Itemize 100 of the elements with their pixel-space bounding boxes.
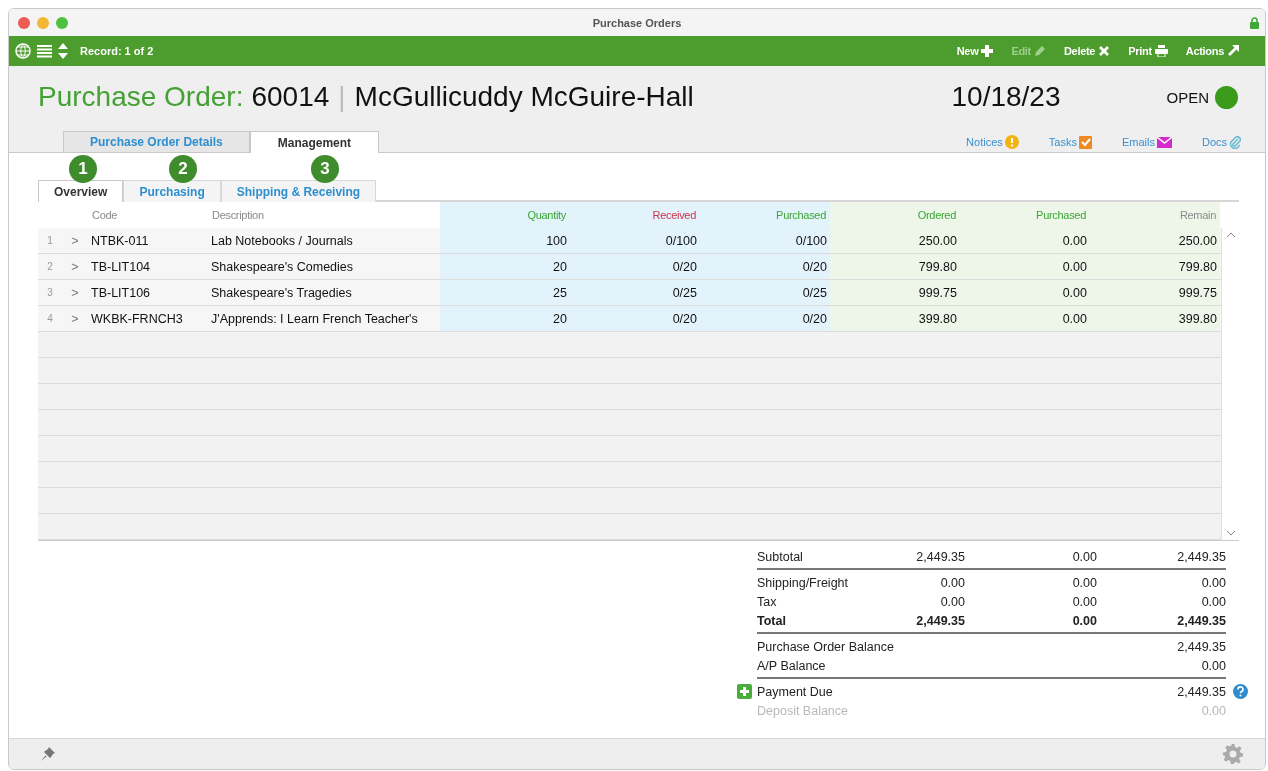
table-cell-text: Shakespeare's Tragedies xyxy=(210,284,353,302)
table-cell: 20 xyxy=(440,306,570,331)
summary-value: 0.00 xyxy=(1201,703,1226,718)
docs-link[interactable]: Docs xyxy=(1201,135,1241,149)
row-number: 1 xyxy=(46,234,54,248)
expand-toggle[interactable]: > xyxy=(62,280,88,305)
table-cell-text: Lab Notebooks / Journals xyxy=(210,232,354,250)
zoom-window-button[interactable] xyxy=(56,16,68,29)
new-button[interactable]: New xyxy=(956,45,994,57)
print-button[interactable]: Print xyxy=(1128,45,1168,57)
window-title: Purchase Orders xyxy=(592,16,682,29)
summary-label: A/P Balance xyxy=(757,657,827,675)
pin-icon[interactable] xyxy=(41,747,55,761)
tab[interactable]: Management xyxy=(249,131,380,153)
summary-value: 0.00 xyxy=(1072,594,1097,609)
record-type-label: Purchase Order: xyxy=(38,81,244,113)
column-header: Purchased xyxy=(1036,209,1086,221)
globe-icon[interactable] xyxy=(15,43,31,59)
subtab[interactable]: Overview xyxy=(38,180,124,202)
separator: | xyxy=(338,81,346,113)
summary-label: Total xyxy=(757,612,787,630)
tab[interactable]: Purchase Order Details xyxy=(63,131,250,152)
arrow-icon xyxy=(1227,45,1239,57)
table-cell: 799.80 xyxy=(830,254,960,279)
table-cell-text: WKBK-FRNCH3 xyxy=(90,310,184,328)
add-button[interactable] xyxy=(737,684,752,699)
table-cell: 0/20 xyxy=(570,254,700,279)
table-cell: 250.00 xyxy=(830,228,960,253)
settings-icon[interactable] xyxy=(1223,744,1243,764)
envelope-icon xyxy=(1156,136,1172,148)
table-cell: 20 xyxy=(440,254,570,279)
step-marker: 3 xyxy=(311,155,339,183)
scroll-up-icon[interactable] xyxy=(1226,232,1235,237)
table-cell: 0/20 xyxy=(570,306,700,331)
column-header: Description xyxy=(212,209,264,221)
row-number: 4 xyxy=(46,312,54,326)
help-icon[interactable] xyxy=(1233,684,1248,699)
table-cell: 999.75 xyxy=(830,280,960,305)
emails-link[interactable]: Emails xyxy=(1121,135,1172,149)
scroll-down-icon[interactable] xyxy=(1226,531,1235,536)
list-icon[interactable] xyxy=(37,44,52,58)
summary-label: Deposit Balance xyxy=(757,702,850,720)
summary-label: Payment Due xyxy=(757,683,834,701)
expand-toggle[interactable]: > xyxy=(62,254,88,279)
table-cell: 799.80 xyxy=(1090,254,1220,279)
column-header: Received xyxy=(652,209,696,221)
close-window-button[interactable] xyxy=(18,16,30,29)
row-number: 2 xyxy=(46,260,54,274)
order-number: 60014 xyxy=(251,81,330,113)
order-date: 10/18/23 xyxy=(951,81,1061,113)
subtab[interactable]: Shipping & Receiving xyxy=(220,180,377,202)
status-label: OPEN xyxy=(1166,88,1209,106)
table-cell-text: TB-LIT104 xyxy=(90,258,152,276)
expand-toggle[interactable]: > xyxy=(62,306,88,331)
summary-value: 2,449.35 xyxy=(916,549,965,564)
table-cell-text: Shakespeare's Comedies xyxy=(210,258,355,276)
expand-toggle[interactable]: > xyxy=(62,228,88,253)
table-cell: 0/25 xyxy=(700,280,830,305)
summary-value: 0.00 xyxy=(1072,549,1097,564)
summary-value: 0.00 xyxy=(1072,613,1097,628)
table-cell: 399.80 xyxy=(1090,306,1220,331)
table-cell: 0/100 xyxy=(700,228,830,253)
table-cell: 100 xyxy=(440,228,570,253)
table-cell: 0/20 xyxy=(700,254,830,279)
alert-icon xyxy=(1004,135,1019,149)
row-number: 3 xyxy=(46,286,54,300)
summary-value: 0.00 xyxy=(1072,575,1097,590)
summary-value: 2,449.35 xyxy=(1177,613,1226,628)
table-cell: 399.80 xyxy=(830,306,960,331)
tasks-link[interactable]: Tasks xyxy=(1048,135,1092,149)
pencil-icon xyxy=(1033,45,1046,57)
table-cell: 0.00 xyxy=(960,254,1090,279)
lock-icon xyxy=(1250,16,1259,29)
table-cell: 25 xyxy=(440,280,570,305)
summary-value: 0.00 xyxy=(1201,658,1226,673)
plus-icon xyxy=(981,45,994,57)
column-header: Code xyxy=(92,209,118,221)
column-header: Purchased xyxy=(776,209,826,221)
close-icon xyxy=(1098,45,1111,57)
summary-value: 2,449.35 xyxy=(1177,549,1226,564)
subtab[interactable]: Purchasing xyxy=(123,180,221,202)
step-marker: 2 xyxy=(169,155,197,183)
up-down-arrows-icon[interactable] xyxy=(58,43,68,59)
record-counter: Record: 1 of 2 xyxy=(80,45,154,57)
table-cell: 0.00 xyxy=(960,228,1090,253)
step-marker: 1 xyxy=(69,155,97,183)
table-cell: 0/100 xyxy=(570,228,700,253)
table-cell: 0.00 xyxy=(960,280,1090,305)
table-cell: 0/20 xyxy=(700,306,830,331)
table-cell: 0.00 xyxy=(960,306,1090,331)
column-header: Quantity xyxy=(527,209,566,221)
notices-link[interactable]: Notices xyxy=(966,135,1019,149)
summary-value: 2,449.35 xyxy=(1177,684,1226,699)
actions-button[interactable]: Actions xyxy=(1185,45,1239,57)
column-header: Remain xyxy=(1179,209,1216,221)
summary-value: 2,449.35 xyxy=(916,613,965,628)
status-dot xyxy=(1215,85,1238,109)
summary-value: 2,449.35 xyxy=(1177,639,1226,654)
delete-button[interactable]: Delete xyxy=(1063,45,1111,57)
summary-value: 0.00 xyxy=(1201,594,1226,609)
